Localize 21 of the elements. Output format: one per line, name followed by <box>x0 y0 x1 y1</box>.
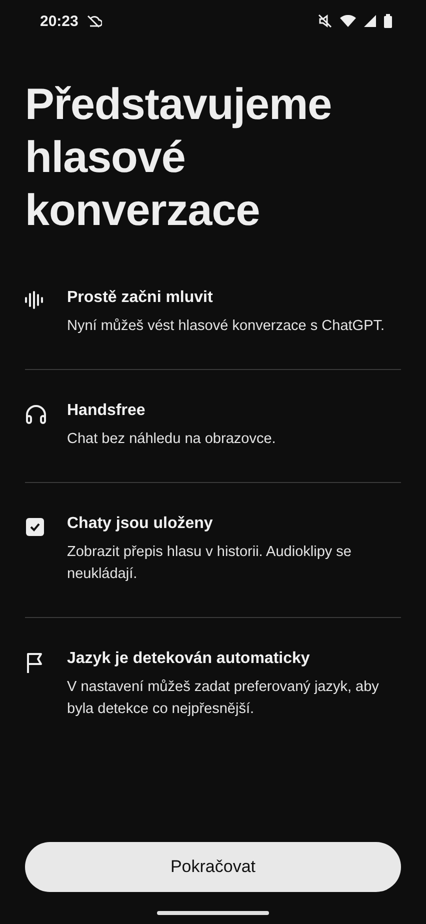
feature-description: Nyní můžeš vést hlasové konverzace s ChatGPT. <box>67 317 385 336</box>
home-indicator[interactable] <box>157 911 269 915</box>
feature-title: Handsfree <box>67 402 146 420</box>
feature-title: Prostě začni mluvit <box>67 289 214 307</box>
signal-icon <box>364 15 376 27</box>
wifi-icon <box>340 15 356 27</box>
checkbox-icon <box>25 517 45 537</box>
feature-title: Jazyk je detekován automaticky <box>67 650 311 668</box>
feature-description: Zobrazit přepis hlasu v historii. Audioklipy se neukládají. <box>67 543 352 584</box>
battery-icon <box>384 14 392 28</box>
page-title: Představujeme hlasové konverzace <box>25 79 333 237</box>
feature-description: Chat bez náhledu na obrazovce. <box>67 430 276 449</box>
status-time: 20:23 <box>40 12 78 30</box>
feature-title: Chaty jsou uloženy <box>67 515 214 533</box>
feature-description: V nastavení můžeš zadat preferovaný jazyk, aby byla detekce co nejpřesnější. <box>67 678 380 719</box>
continue-button[interactable]: Pokračovat <box>25 842 401 892</box>
flag-icon <box>25 652 45 674</box>
headphones-icon <box>25 404 47 424</box>
cloud-off-icon <box>86 14 102 28</box>
mute-icon <box>318 14 332 28</box>
waveform-icon <box>25 291 45 309</box>
